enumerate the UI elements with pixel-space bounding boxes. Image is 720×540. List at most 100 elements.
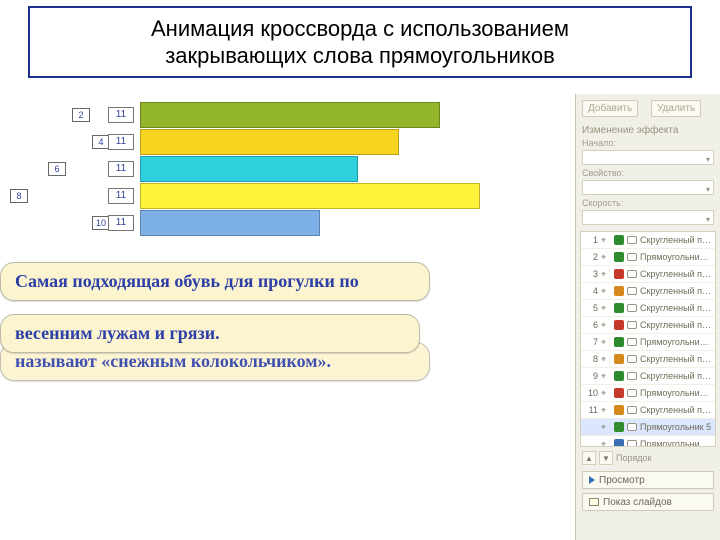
animation-item[interactable]: 4⌖Скругленный п… [581, 283, 715, 300]
anim-label: Скругленный п… [640, 354, 712, 364]
shape-icon [627, 355, 637, 363]
row-answer-len: 11 [108, 161, 134, 177]
prop-field[interactable]: ▾ [582, 180, 714, 195]
animation-pane: Добавить Удалить Изменение эффекта Начал… [575, 94, 720, 540]
shape-icon [627, 423, 637, 431]
anim-label: Прямоугольник… [640, 252, 712, 262]
cover-rectangle[interactable] [140, 210, 320, 236]
move-up-button[interactable]: ▲ [582, 451, 596, 465]
shape-icon [627, 287, 637, 295]
shape-icon [627, 406, 637, 414]
anim-index: 2 [584, 252, 598, 262]
animation-item[interactable]: 3⌖Скругленный п… [581, 266, 715, 283]
anim-index: 6 [584, 320, 598, 330]
trigger-icon: ⌖ [601, 269, 611, 280]
effect-icon [614, 235, 624, 245]
trigger-icon: ⌖ [601, 286, 611, 297]
row-answer-len: 11 [108, 134, 134, 150]
cover-rectangle[interactable] [140, 129, 399, 155]
shape-icon [627, 270, 637, 278]
anim-index: 1 [584, 235, 598, 245]
effect-icon [614, 405, 624, 415]
effect-icon [614, 286, 624, 296]
effect-icon [614, 303, 624, 313]
animation-item[interactable]: 8⌖Скругленный п… [581, 351, 715, 368]
add-effect-button[interactable]: Добавить [582, 100, 638, 117]
animation-item[interactable]: 6⌖Скругленный п… [581, 317, 715, 334]
slide[interactable]: 2114116118111011Cамая подходящая обувь д… [0, 94, 510, 474]
remove-effect-button[interactable]: Удалить [651, 100, 701, 117]
anim-label: Скругленный п… [640, 269, 712, 279]
animation-item[interactable]: 11⌖Скругленный п… [581, 402, 715, 419]
anim-label: Прямоугольник… [640, 337, 712, 347]
trigger-icon: ⌖ [601, 422, 611, 433]
cover-rectangle[interactable] [140, 156, 358, 182]
cover-rectangle[interactable] [140, 102, 440, 128]
effect-icon [614, 354, 624, 364]
screen-icon [589, 498, 599, 506]
animation-item[interactable]: 7⌖ Прямоугольник… [581, 334, 715, 351]
trigger-icon: ⌖ [601, 371, 611, 382]
anim-index: 9 [584, 371, 598, 381]
anim-label: Прямоугольник 5 [640, 422, 712, 432]
anim-label: Скругленный п… [640, 235, 712, 245]
clue-box[interactable]: Cамая подходящая обувь для прогулки по [0, 262, 430, 301]
trigger-icon: ⌖ [601, 235, 611, 246]
effect-icon [614, 388, 624, 398]
trigger-icon: ⌖ [601, 337, 611, 348]
anim-label: Прямоугольник… [640, 439, 712, 447]
clue-box[interactable]: весенним лужам и грязи. [0, 314, 420, 353]
trigger-icon: ⌖ [601, 320, 611, 331]
preview-button[interactable]: Просмотр [582, 471, 714, 489]
start-field[interactable]: ▾ [582, 150, 714, 165]
animation-item[interactable]: 9⌖ Скругленный п… [581, 368, 715, 385]
title-line1: Анимация кроссворда с использованием [151, 15, 569, 43]
effect-icon [614, 439, 624, 447]
effect-icon [614, 252, 624, 262]
shape-icon [627, 321, 637, 329]
animation-item[interactable]: ⌖ Прямоугольник… [581, 436, 715, 447]
reorder-row: ▲ ▼ Порядок [582, 451, 714, 465]
cover-rectangle[interactable] [140, 183, 480, 209]
row-num: 6 [48, 162, 66, 176]
play-icon [589, 476, 595, 484]
shape-icon [627, 338, 637, 346]
chevron-down-icon: ▾ [706, 183, 710, 196]
anim-label: Скругленный п… [640, 405, 712, 415]
speed-field[interactable]: ▾ [582, 210, 714, 225]
shape-icon [627, 304, 637, 312]
anim-index: 7 [584, 337, 598, 347]
trigger-icon: ⌖ [601, 252, 611, 263]
animation-item[interactable]: 1⌖ Скругленный п… [581, 232, 715, 249]
anim-index: 5 [584, 303, 598, 313]
anim-index: 11 [584, 405, 598, 415]
shape-icon [627, 440, 637, 447]
row-num: 8 [10, 189, 28, 203]
trigger-icon: ⌖ [601, 388, 611, 399]
anim-label: Скругленный п… [640, 303, 712, 313]
row-num: 2 [72, 108, 90, 122]
animation-item[interactable]: 2⌖ Прямоугольник… [581, 249, 715, 266]
shape-icon [627, 372, 637, 380]
move-down-button[interactable]: ▼ [599, 451, 613, 465]
animation-list[interactable]: 1⌖Скругленный п…2⌖Прямоугольник…3⌖Скругл… [580, 231, 716, 447]
slide-stage: 2114116118111011Cамая подходящая обувь д… [0, 94, 575, 540]
animation-item[interactable]: ⌖ Прямоугольник 5 [581, 419, 715, 436]
row-answer-len: 11 [108, 107, 134, 123]
prop-label: Свойство: [582, 168, 720, 178]
animation-item[interactable]: 10⌖ Прямоугольник… [581, 385, 715, 402]
slideshow-button[interactable]: Показ слайдов [582, 493, 714, 511]
anim-label: Прямоугольник… [640, 388, 712, 398]
anim-index: 10 [584, 388, 598, 398]
title-line2: закрывающих слова прямоугольников [165, 42, 555, 70]
shape-icon [627, 253, 637, 261]
row-answer-len: 11 [108, 188, 134, 204]
anim-label: Скругленный п… [640, 371, 712, 381]
anim-label: Скругленный п… [640, 286, 712, 296]
animation-item[interactable]: 5⌖ Скругленный п… [581, 300, 715, 317]
trigger-icon: ⌖ [601, 303, 611, 314]
effect-icon [614, 337, 624, 347]
speed-label: Скорость: [582, 198, 720, 208]
effect-icon [614, 269, 624, 279]
trigger-icon: ⌖ [601, 439, 611, 448]
